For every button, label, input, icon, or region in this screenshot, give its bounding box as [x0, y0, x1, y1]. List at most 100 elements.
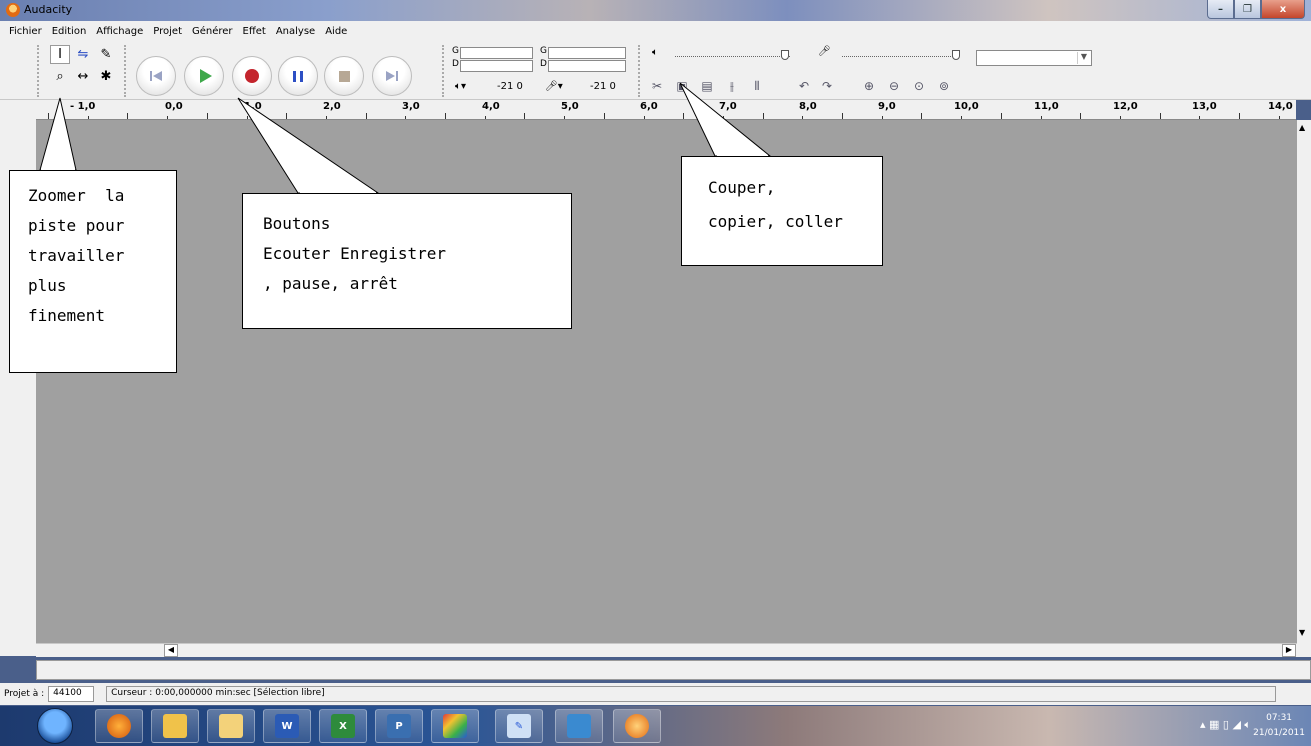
menu-generer[interactable]: Générer: [187, 26, 238, 37]
taskbar-outlook[interactable]: [151, 709, 199, 743]
close-button[interactable]: x: [1261, 0, 1305, 19]
menu-analyse[interactable]: Analyse: [271, 26, 320, 37]
paste-icon[interactable]: ▤: [698, 78, 716, 94]
taskbar-powerpoint[interactable]: P: [375, 709, 423, 743]
timeline-ruler[interactable]: - 1,0 0,0 1,0 2,0 3,0 4,0 5,0 6,0 7,0 8,…: [36, 100, 1296, 120]
zoom-tool-icon[interactable]: ⌕: [50, 67, 70, 86]
trim-outside-icon[interactable]: ✂︎: [648, 78, 666, 94]
taskbar-firefox[interactable]: [95, 709, 143, 743]
ruler-tick: [445, 113, 446, 119]
record-button[interactable]: [232, 56, 272, 96]
toolbar-grip[interactable]: [124, 45, 128, 97]
excel-icon: X: [331, 714, 355, 738]
menu-edition[interactable]: Edition: [47, 26, 92, 37]
multi-tool-icon[interactable]: ✱: [96, 67, 116, 86]
callout-line: Couper,: [708, 178, 776, 197]
minimize-button[interactable]: –: [1207, 0, 1234, 19]
ruler-label: 3,0: [402, 101, 420, 112]
output-volume-slider[interactable]: [675, 56, 790, 58]
output-volume-thumb[interactable]: [781, 50, 789, 60]
audacity-logo-icon: [6, 3, 20, 17]
play-meter-range: -21 0: [497, 81, 523, 92]
ruler-tick: [286, 113, 287, 119]
scroll-right-icon[interactable]: ▶: [1282, 644, 1296, 657]
rec-meter-left: [548, 47, 626, 59]
system-tray[interactable]: ▴ ▦ ▯ ◢ 🔈︎: [1200, 718, 1251, 732]
horizontal-scrollbar[interactable]: ◀ ▶: [36, 643, 1297, 657]
taskbar-studio[interactable]: [431, 709, 479, 743]
menu-projet[interactable]: Projet: [148, 26, 187, 37]
ruler-tick: [763, 113, 764, 119]
microphone-icon[interactable]: 🎤︎▾: [545, 81, 563, 92]
scroll-left-icon[interactable]: ◀: [164, 644, 178, 657]
skip-to-end-button[interactable]: [372, 56, 412, 96]
vertical-scrollbar[interactable]: ▲ ▼: [1297, 120, 1311, 657]
input-volume-thumb[interactable]: [952, 50, 960, 60]
ruler-label: 0,0: [165, 101, 183, 112]
word-icon: W: [275, 714, 299, 738]
menu-effet[interactable]: Effet: [238, 26, 271, 37]
silence-icon[interactable]: ⫴: [748, 78, 766, 94]
input-volume-icon: 🎤︎: [818, 46, 831, 57]
play-meter-right-label: D: [452, 59, 459, 69]
zoom-in-icon[interactable]: ⊕: [860, 78, 878, 94]
ruler-label: 1,0: [244, 101, 262, 112]
toolbar-grip[interactable]: [638, 45, 642, 97]
trim-icon[interactable]: ⫲: [723, 78, 741, 94]
pause-button[interactable]: [278, 56, 318, 96]
rec-meter-range: -21 0: [590, 81, 616, 92]
ruler-tick: [326, 116, 327, 119]
toolbar-grip[interactable]: [37, 45, 41, 97]
zoom-out-icon[interactable]: ⊖: [885, 78, 903, 94]
menu-fichier[interactable]: Fichier: [4, 26, 47, 37]
clock[interactable]: 07:31 21/01/2011: [1253, 711, 1305, 741]
ruler-label: 9,0: [878, 101, 896, 112]
callout-line: , pause, arrêt: [263, 274, 398, 293]
taskbar-photos[interactable]: [555, 709, 603, 743]
selection-tool-icon[interactable]: I: [50, 45, 70, 64]
ruler-tick: [1279, 116, 1280, 119]
cursor-status: Curseur : 0:00,000000 min:sec [Sélection…: [106, 686, 1277, 702]
input-volume-slider[interactable]: [842, 56, 957, 58]
callout-line: finement: [28, 306, 106, 325]
ruler-tick: [961, 116, 962, 119]
envelope-tool-icon[interactable]: ⇋: [73, 45, 93, 64]
fit-selection-icon[interactable]: ⊙: [910, 78, 928, 94]
redo-icon[interactable]: ↷: [818, 78, 836, 94]
fit-project-icon[interactable]: ⊚: [935, 78, 953, 94]
taskbar-word[interactable]: W: [263, 709, 311, 743]
title-bar: Audacity – ❐ x: [0, 0, 1311, 21]
menu-aide[interactable]: Aide: [320, 26, 352, 37]
scroll-up-icon[interactable]: ▲: [1299, 123, 1305, 132]
track-area[interactable]: [36, 120, 1297, 643]
skip-to-start-button[interactable]: [136, 56, 176, 96]
ruler-tick: [842, 113, 843, 119]
stop-button[interactable]: [324, 56, 364, 96]
callout-line: travailler: [28, 246, 125, 265]
maximize-button[interactable]: ❐: [1234, 0, 1261, 19]
output-volume-icon: 🔈︎: [652, 47, 658, 58]
input-source-select[interactable]: ▼: [976, 50, 1092, 66]
callout-line: copier, coller: [708, 212, 843, 231]
timeshift-tool-icon[interactable]: ↔: [73, 67, 93, 86]
taskbar-excel[interactable]: X: [319, 709, 367, 743]
ruler-label: 4,0: [482, 101, 500, 112]
skip-start-icon: [150, 71, 162, 81]
taskbar-audacity[interactable]: [613, 709, 661, 743]
cut-icon[interactable]: ▣: [673, 78, 691, 94]
menu-affichage[interactable]: Affichage: [91, 26, 148, 37]
draw-tool-icon[interactable]: ✎: [96, 45, 116, 64]
taskbar-editor[interactable]: ✎: [495, 709, 543, 743]
ruler-tick: [1080, 113, 1081, 119]
pause-icon: [293, 70, 303, 82]
taskbar-explorer[interactable]: [207, 709, 255, 743]
project-rate-select[interactable]: 44100: [48, 686, 95, 702]
clock-time: 07:31: [1266, 713, 1293, 723]
toolbar-grip[interactable]: [442, 45, 446, 97]
ruler-label: 10,0: [954, 101, 979, 112]
undo-icon[interactable]: ↶: [795, 78, 813, 94]
scroll-down-icon[interactable]: ▼: [1299, 628, 1305, 637]
play-button[interactable]: [184, 56, 224, 96]
start-button[interactable]: [37, 708, 73, 744]
speaker-icon[interactable]: 🔈︎▾: [455, 81, 466, 92]
